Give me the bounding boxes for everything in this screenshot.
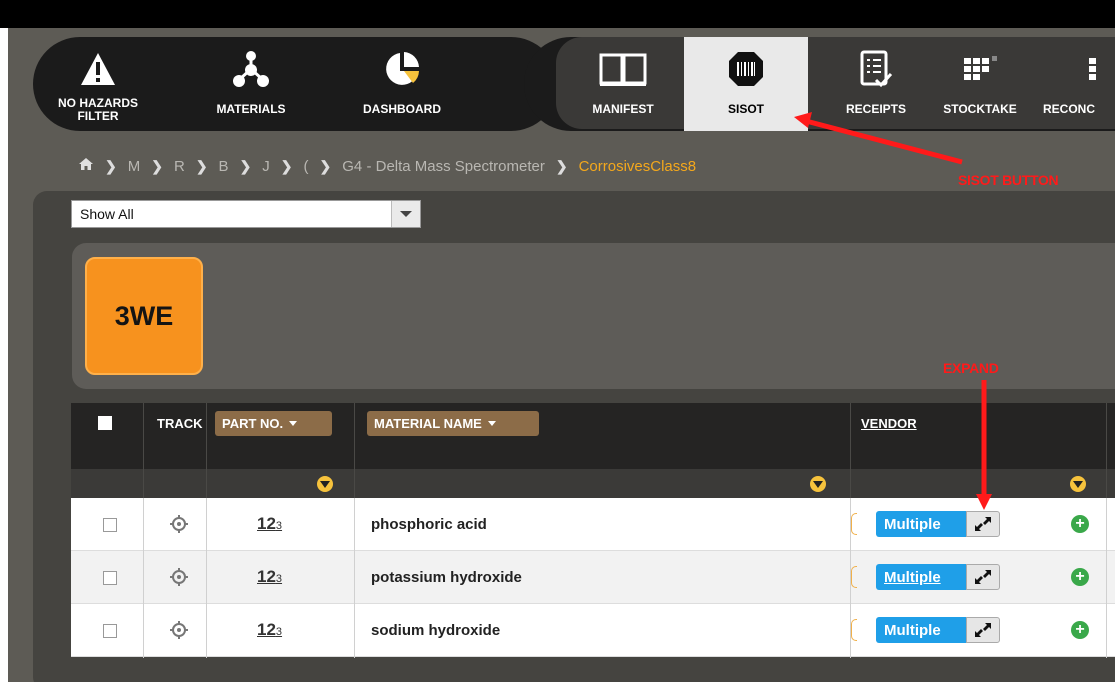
- sisot-arrow-head: [794, 112, 812, 128]
- expand-arrow-head: [976, 494, 992, 510]
- sisot-arrow: [805, 118, 963, 165]
- annotation-arrows: [794, 112, 992, 510]
